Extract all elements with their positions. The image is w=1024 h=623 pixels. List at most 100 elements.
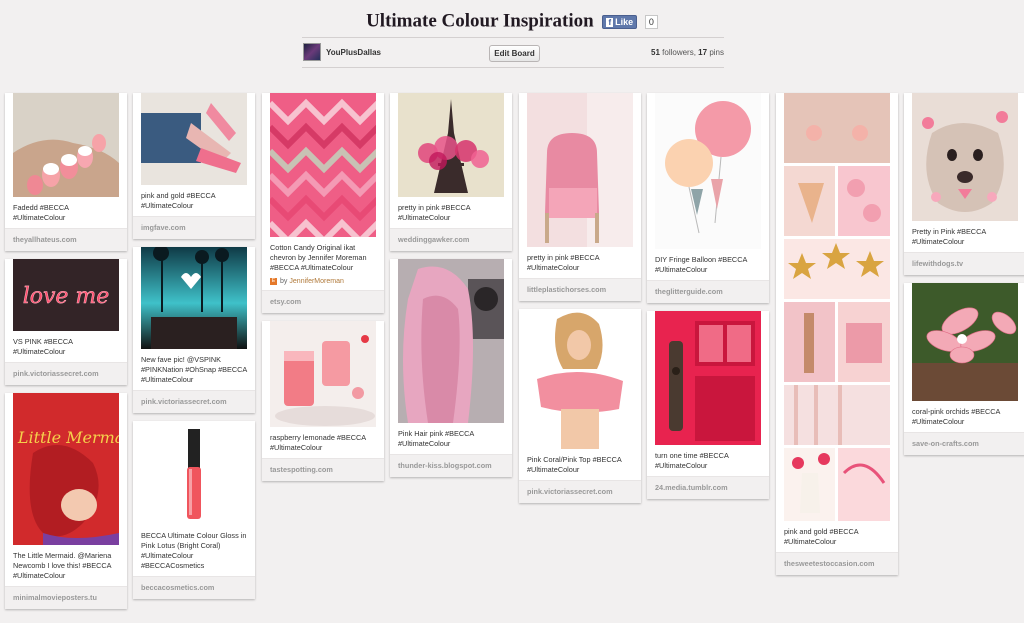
pin-source[interactable]: pink.victoriassecret.com bbox=[133, 390, 255, 413]
pin-source[interactable]: tastespotting.com bbox=[262, 458, 384, 481]
header-divider bbox=[302, 67, 724, 68]
pin-image[interactable] bbox=[270, 321, 376, 427]
pin-description: Pretty in Pink #BECCA #UltimateColour bbox=[912, 227, 986, 246]
pin-source[interactable]: weddinggawker.com bbox=[390, 228, 512, 251]
pin-card[interactable]: pretty in pink #BECCA #UltimateColour we… bbox=[390, 93, 512, 251]
pin-column: pretty in pink #BECCA #UltimateColour li… bbox=[519, 85, 641, 510]
pin-card[interactable]: Pretty in Pink #BECCA #UltimateColour li… bbox=[904, 93, 1024, 275]
facebook-like-button[interactable]: f Like bbox=[602, 14, 638, 29]
pin-column: pretty in pink #BECCA #UltimateColour we… bbox=[390, 85, 512, 484]
pin-description: raspberry lemonade #BECCA #UltimateColou… bbox=[270, 433, 366, 452]
pin-image[interactable]: love me bbox=[13, 259, 119, 331]
board-stats: 51 followers, 17 pins bbox=[600, 48, 724, 57]
attribution-user[interactable]: JenniferMoreman bbox=[289, 278, 343, 285]
pin-card[interactable]: The Little Mermaid The Little Mermaid. @… bbox=[5, 393, 127, 609]
pin-card[interactable]: New fave pic! @VSPINK #PINKNation #OhSna… bbox=[133, 247, 255, 413]
pin-source[interactable]: thesweetestoccasion.com bbox=[776, 552, 898, 575]
pin-source[interactable]: lifewithdogs.tv bbox=[904, 252, 1024, 275]
pin-source[interactable]: theyallhateus.com bbox=[5, 228, 127, 251]
edit-board-button[interactable]: Edit Board bbox=[489, 45, 540, 62]
pin-source[interactable]: beccacosmetics.com bbox=[133, 576, 255, 599]
pin-image[interactable] bbox=[655, 93, 761, 249]
pin-image[interactable] bbox=[141, 421, 247, 525]
pin-column: Fadedd #BECCA #UltimateColour theyallhat… bbox=[5, 85, 127, 616]
pin-description: BECCA Ultimate Colour Gloss in Pink Lotu… bbox=[141, 531, 247, 570]
pin-card[interactable]: pretty in pink #BECCA #UltimateColour li… bbox=[519, 93, 641, 301]
header-divider bbox=[302, 37, 724, 38]
pin-image[interactable] bbox=[13, 93, 119, 197]
pin-source[interactable]: theglitterguide.com bbox=[647, 280, 769, 303]
pin-description: Cotton Candy Original ikat chevron by Je… bbox=[270, 243, 367, 272]
etsy-icon: E bbox=[270, 278, 277, 285]
pin-source[interactable]: thunder-kiss.blogspot.com bbox=[390, 454, 512, 477]
pin-source[interactable]: 24.media.tumblr.com bbox=[647, 476, 769, 499]
pin-description: pretty in pink #BECCA #UltimateColour bbox=[398, 203, 471, 222]
pin-card[interactable]: turn one time #BECCA #UltimateColour 24.… bbox=[647, 311, 769, 499]
pin-description: pink and gold #BECCA #UltimateColour bbox=[784, 527, 859, 546]
pin-description: The Little Mermaid. @Mariena Newcomb I l… bbox=[13, 551, 112, 580]
pin-image[interactable] bbox=[912, 283, 1018, 401]
pin-card[interactable]: pink and gold #BECCA #UltimateColour the… bbox=[776, 93, 898, 575]
pin-image[interactable] bbox=[527, 93, 633, 247]
pin-source[interactable]: pink.victoriassecret.com bbox=[519, 480, 641, 503]
pin-source[interactable]: etsy.com bbox=[262, 290, 384, 313]
followers-label[interactable]: followers, bbox=[662, 48, 696, 57]
pin-description: VS PINK #BECCA #UltimateColour bbox=[13, 337, 73, 356]
pin-card[interactable]: Pink Hair pink #BECCA #UltimateColour th… bbox=[390, 259, 512, 477]
attribution-by: by bbox=[280, 278, 288, 285]
board-owner[interactable]: YouPlusDallas bbox=[303, 43, 381, 61]
pin-description: Pink Hair pink #BECCA #UltimateColour bbox=[398, 429, 474, 448]
pin-source[interactable]: littleplastichorses.com bbox=[519, 278, 641, 301]
pin-card[interactable]: DIY Fringe Balloon #BECCA #UltimateColou… bbox=[647, 93, 769, 303]
pin-card[interactable]: raspberry lemonade #BECCA #UltimateColou… bbox=[262, 321, 384, 481]
facebook-like-count: 0 bbox=[644, 14, 658, 29]
pin-column: pink and gold #BECCA #UltimateColour the… bbox=[776, 85, 898, 582]
pin-source[interactable]: minimalmovieposters.tu bbox=[5, 586, 127, 609]
pin-image[interactable] bbox=[141, 93, 247, 185]
owner-name[interactable]: YouPlusDallas bbox=[326, 48, 381, 57]
pin-image[interactable] bbox=[270, 93, 376, 237]
pin-image[interactable] bbox=[655, 311, 761, 445]
pins-count: 17 bbox=[698, 48, 708, 57]
pin-card[interactable]: Cotton Candy Original ikat chevron by Je… bbox=[262, 93, 384, 313]
pin-attribution: E by JenniferMoreman bbox=[262, 278, 384, 290]
pin-card[interactable]: pink and gold #BECCA #UltimateColour img… bbox=[133, 93, 255, 239]
pin-card[interactable]: Pink Coral/Pink Top #BECCA #UltimateColo… bbox=[519, 309, 641, 503]
facebook-like-label: Like bbox=[615, 16, 634, 27]
avatar[interactable] bbox=[303, 43, 321, 61]
pin-column: Cotton Candy Original ikat chevron by Je… bbox=[262, 85, 384, 488]
pin-source[interactable]: save-on-crafts.com bbox=[904, 432, 1024, 455]
pin-card[interactable]: coral-pink orchids #BECCA #UltimateColou… bbox=[904, 283, 1024, 455]
pin-column: DIY Fringe Balloon #BECCA #UltimateColou… bbox=[647, 85, 769, 506]
pin-card[interactable]: BECCA Ultimate Colour Gloss in Pink Lotu… bbox=[133, 421, 255, 599]
pin-image[interactable] bbox=[398, 93, 504, 197]
pin-source[interactable]: imgfave.com bbox=[133, 216, 255, 239]
pin-description: coral-pink orchids #BECCA #UltimateColou… bbox=[912, 407, 1001, 426]
pin-column: Pretty in Pink #BECCA #UltimateColour li… bbox=[904, 85, 1024, 462]
poster-title-text: The Little Mermaid bbox=[13, 428, 119, 447]
pin-image[interactable] bbox=[141, 247, 247, 349]
followers-count[interactable]: 51 bbox=[651, 48, 660, 57]
pin-image[interactable] bbox=[784, 93, 890, 521]
pin-column: pink and gold #BECCA #UltimateColour img… bbox=[133, 85, 255, 606]
pin-image[interactable] bbox=[912, 93, 1018, 221]
pins-label: pins bbox=[709, 48, 724, 57]
pin-image[interactable] bbox=[398, 259, 504, 423]
pin-description: Pink Coral/Pink Top #BECCA #UltimateColo… bbox=[527, 455, 622, 474]
pin-source[interactable]: pink.victoriassecret.com bbox=[5, 362, 127, 385]
board-title-row: Ultimate Colour Inspiration f Like 0 bbox=[0, 10, 1024, 33]
pin-description: pretty in pink #BECCA #UltimateColour bbox=[527, 253, 600, 272]
pin-description: pink and gold #BECCA #UltimateColour bbox=[141, 191, 216, 210]
board-header: Ultimate Colour Inspiration f Like 0 YouP… bbox=[0, 0, 1024, 82]
neon-sign-text: love me bbox=[23, 284, 110, 309]
pin-description: DIY Fringe Balloon #BECCA #UltimateColou… bbox=[655, 255, 747, 274]
pin-card[interactable]: Fadedd #BECCA #UltimateColour theyallhat… bbox=[5, 93, 127, 251]
pin-description: Fadedd #BECCA #UltimateColour bbox=[13, 203, 69, 222]
pin-description: New fave pic! @VSPINK #PINKNation #OhSna… bbox=[141, 355, 247, 384]
facebook-icon: f bbox=[606, 17, 614, 27]
board-title: Ultimate Colour Inspiration bbox=[366, 10, 594, 32]
pin-image[interactable]: The Little Mermaid bbox=[13, 393, 119, 545]
pin-card[interactable]: love me VS PINK #BECCA #UltimateColour p… bbox=[5, 259, 127, 385]
pin-image[interactable] bbox=[527, 309, 633, 449]
pin-description: turn one time #BECCA #UltimateColour bbox=[655, 451, 729, 470]
